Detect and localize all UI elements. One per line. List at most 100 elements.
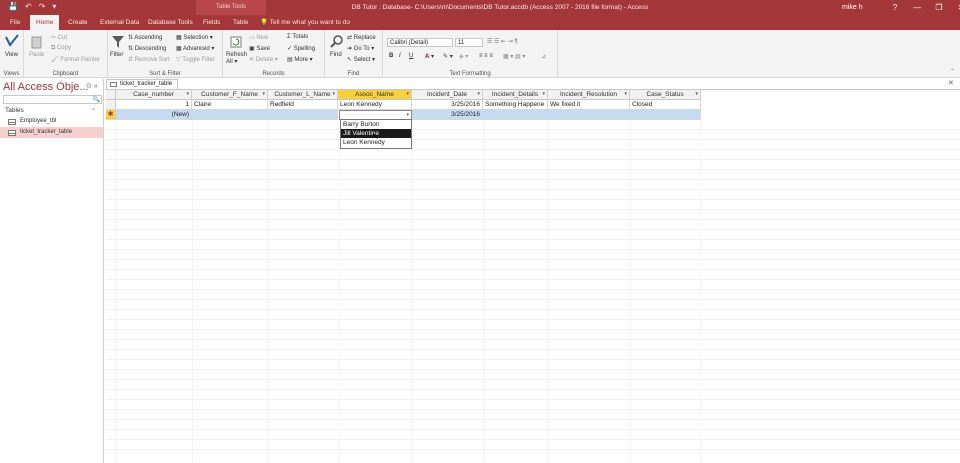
tab-table[interactable]: Table xyxy=(233,15,249,30)
dialog-launcher-icon[interactable]: ⊿ xyxy=(541,53,546,60)
font-color-button[interactable]: A ▾ xyxy=(425,53,434,60)
cell-case-status[interactable]: Closed xyxy=(630,100,701,110)
nav-menu-icon[interactable]: ⊙ xyxy=(86,83,92,90)
tell-me-box[interactable]: 💡 Tell me what you want to do xyxy=(260,15,350,30)
remove-sort-button[interactable]: ⇵ Remove Sort xyxy=(128,56,170,63)
cell-customer-f-name[interactable]: Claire xyxy=(192,100,268,110)
cell-case-number[interactable]: 1 xyxy=(116,100,192,110)
tables-section-header[interactable]: Tables ⌃ xyxy=(5,107,96,115)
cell-case-number-new[interactable]: (New) xyxy=(116,110,192,120)
user-name[interactable]: mike h xyxy=(842,0,863,15)
tab-database-tools[interactable]: Database Tools xyxy=(148,15,193,30)
collapse-pane-icon[interactable]: « xyxy=(94,83,98,90)
tab-external-data[interactable]: External Data xyxy=(100,15,139,30)
column-header-customer-l-name[interactable]: Customer_L_Name ▾ xyxy=(268,90,338,100)
column-dropdown-icon[interactable]: ▾ xyxy=(542,90,545,99)
align-buttons[interactable]: ≡ ≡ ≡ xyxy=(479,53,493,59)
nav-item-ticket-tracker-table[interactable]: ticket_tracker_table xyxy=(0,127,103,138)
tab-fields[interactable]: Fields xyxy=(203,15,220,30)
row-selector[interactable] xyxy=(106,100,116,110)
collapse-ribbon-icon[interactable]: ⌃ xyxy=(950,68,955,75)
chevron-up-icon[interactable]: ⌃ xyxy=(91,107,96,115)
font-size-select[interactable]: 11 xyxy=(455,38,483,47)
view-button[interactable]: View xyxy=(5,52,18,58)
column-dropdown-icon[interactable]: ▾ xyxy=(477,90,480,99)
restore-button[interactable]: ❐ xyxy=(928,0,950,15)
descending-button[interactable]: ⇅ Descending xyxy=(128,45,166,52)
spelling-button[interactable]: ✓ Spelling xyxy=(287,45,315,52)
selection-button[interactable]: ▦ Selection ▾ xyxy=(176,34,213,41)
cell-incident-resolution-new[interactable] xyxy=(548,110,630,120)
font-name-select[interactable]: Calibri (Detail) xyxy=(387,38,453,47)
column-dropdown-icon[interactable]: ▾ xyxy=(186,90,189,99)
find-button[interactable]: Find xyxy=(330,52,342,58)
column-header-case-status[interactable]: Case_Status ▾ xyxy=(630,90,701,100)
cell-incident-resolution[interactable]: We fixed it xyxy=(548,100,630,110)
column-header-assoc-name[interactable]: Assoc_Name ▾ xyxy=(338,90,412,100)
new-record-button[interactable]: ▭ New xyxy=(249,34,268,41)
cell-customer-f-name-new[interactable] xyxy=(192,110,268,120)
close-document-icon[interactable]: ✕ xyxy=(948,79,954,87)
nav-item-employee-tbl[interactable]: Employee_tbl xyxy=(0,116,103,127)
select-all-corner[interactable] xyxy=(106,90,116,100)
goto-button[interactable]: ➜ Go To ▾ xyxy=(347,45,374,52)
cell-case-status-new[interactable] xyxy=(630,110,701,120)
select-button[interactable]: ↖ Select ▾ xyxy=(347,56,375,63)
minimize-button[interactable]: — xyxy=(906,0,928,15)
column-dropdown-icon[interactable]: ▾ xyxy=(624,90,627,99)
column-dropdown-icon[interactable]: ▾ xyxy=(406,90,409,99)
delete-record-button[interactable]: ✕ Delete ▾ xyxy=(249,56,278,63)
dropdown-option[interactable]: Barry Burton xyxy=(341,120,411,129)
customize-qat-icon[interactable]: ▾ xyxy=(52,2,56,11)
advanced-button[interactable]: ▦ Advanced ▾ xyxy=(176,45,214,52)
totals-button[interactable]: Σ Totals xyxy=(287,34,308,40)
grid-line xyxy=(106,359,960,360)
replace-button[interactable]: ⇄ Replace xyxy=(347,34,376,41)
refresh-all-button[interactable]: Refresh All ▾ xyxy=(226,52,247,66)
close-button[interactable]: ✕ xyxy=(950,0,960,15)
cell-incident-details[interactable]: Something Happene xyxy=(483,100,548,110)
ascending-button[interactable]: ⇅ Ascending xyxy=(128,34,162,41)
new-record-selector[interactable]: ✱ xyxy=(106,110,116,120)
tab-home[interactable]: Home xyxy=(30,15,60,30)
column-header-incident-date[interactable]: Incident_Date ▾ xyxy=(412,90,483,100)
nav-pane-controls[interactable]: ⊙ « xyxy=(86,82,98,90)
toggle-filter-button[interactable]: ▽ Toggle Filter xyxy=(176,56,215,63)
copy-button[interactable]: ⧉ Copy xyxy=(51,45,71,52)
save-icon[interactable]: 💾 xyxy=(8,2,18,11)
undo-icon[interactable]: ↶ xyxy=(25,2,32,11)
cell-incident-date[interactable]: 3/25/2016 xyxy=(412,100,483,110)
document-tab[interactable]: ticket_tracker_table xyxy=(106,79,178,89)
column-header-customer-f-name[interactable]: Customer_F_Name ▾ xyxy=(192,90,268,100)
tab-create[interactable]: Create xyxy=(68,15,88,30)
save-record-button[interactable]: ▣ Save xyxy=(249,45,270,52)
underline-button[interactable]: U xyxy=(409,53,413,59)
fill-color-button[interactable]: ◈ ▾ xyxy=(459,53,468,60)
redo-icon[interactable]: ↷ xyxy=(39,2,46,11)
more-button[interactable]: ▤ More ▾ xyxy=(287,56,313,63)
gridlines-button[interactable]: ▦ ▾ ▤ ▾ xyxy=(503,53,525,60)
cell-incident-date-new[interactable]: 3/25/2016 xyxy=(412,110,483,120)
cell-assoc-name[interactable]: Leon Kennedy xyxy=(338,100,412,110)
column-dropdown-icon[interactable]: ▾ xyxy=(262,90,265,99)
filter-button[interactable]: Filter xyxy=(110,52,123,58)
cell-customer-l-name[interactable]: Redfield xyxy=(268,100,338,110)
column-header-incident-resolution[interactable]: Incident_Resolution ▾ xyxy=(548,90,630,100)
cell-incident-details-new[interactable] xyxy=(483,110,548,120)
cell-customer-l-name-new[interactable] xyxy=(268,110,338,120)
column-header-incident-details[interactable]: Incident_Details ▾ xyxy=(483,90,548,100)
paste-button[interactable]: Paste xyxy=(29,52,44,58)
bold-button[interactable]: B xyxy=(389,53,393,59)
nav-pane-title[interactable]: All Access Obje... xyxy=(3,81,89,93)
help-button[interactable]: ? xyxy=(884,0,906,15)
cut-button[interactable]: ✂ Cut xyxy=(51,34,67,41)
column-dropdown-icon[interactable]: ▾ xyxy=(332,90,335,99)
list-format-icons[interactable]: ☰ ☰ ⇤ ⇥ ¶ xyxy=(487,38,518,45)
italic-button[interactable]: I xyxy=(399,53,401,59)
column-dropdown-icon[interactable]: ▾ xyxy=(695,90,698,99)
nav-search-input[interactable]: 🔍 xyxy=(3,95,102,104)
column-header-case-number[interactable]: Case_number ▾ xyxy=(116,90,192,100)
tab-file[interactable]: File xyxy=(10,15,20,30)
highlight-button[interactable]: ✎ ▾ xyxy=(443,53,453,60)
format-painter-button[interactable]: 🖌 Format Painter xyxy=(51,56,100,63)
